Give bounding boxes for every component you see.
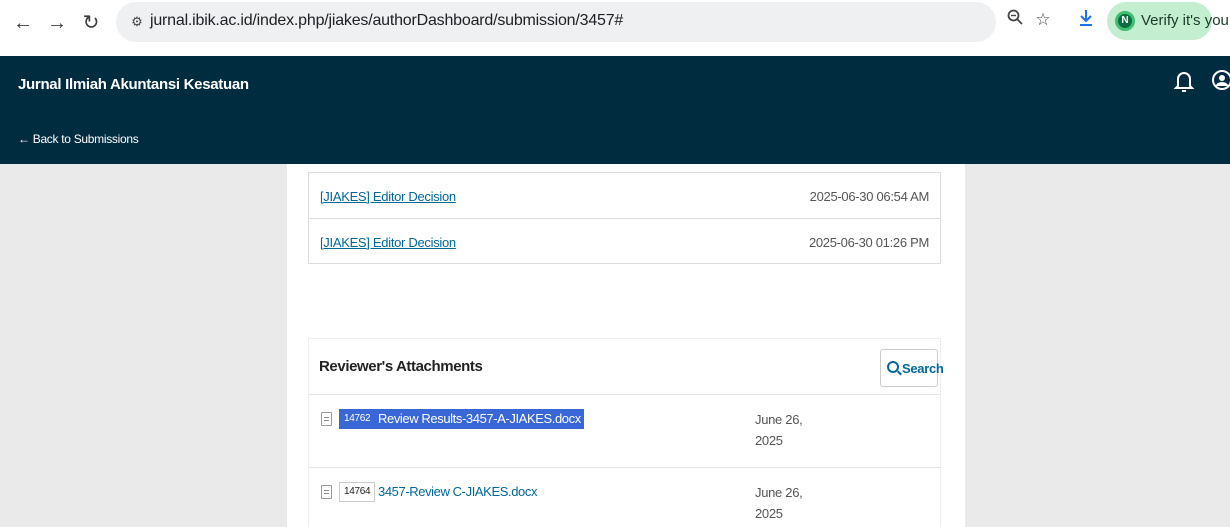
submission-panel: [JIAKES] Editor Decision 2025-06-30 06:5…: [287, 164, 965, 527]
profile-avatar-icon: N: [1115, 11, 1135, 31]
file-download-link[interactable]: Review Results-3457-A-JIAKES.docx: [375, 409, 584, 429]
search-label: Search: [902, 361, 944, 376]
email-log-table: [JIAKES] Editor Decision 2025-06-30 06:5…: [308, 172, 941, 264]
attachments-header: Reviewer's Attachments Search: [309, 339, 944, 395]
email-subject-link[interactable]: [JIAKES] Editor Decision: [320, 235, 456, 250]
file-date: June 26, 2025: [755, 482, 815, 524]
user-account-icon[interactable]: [1210, 68, 1230, 94]
site-settings-icon[interactable]: ⚙: [126, 11, 148, 33]
file-icon: [321, 412, 332, 426]
email-subject-link[interactable]: [JIAKES] Editor Decision: [320, 189, 456, 204]
search-button[interactable]: Search: [880, 349, 944, 387]
file-date-line: June 26,: [755, 485, 803, 500]
search-icon: [887, 361, 899, 373]
back-to-submissions-link[interactable]: ← Back to Submissions: [18, 132, 139, 146]
bookmark-star-icon[interactable]: ☆: [1031, 8, 1055, 32]
file-date-line: June 26,: [755, 412, 803, 427]
email-row[interactable]: [JIAKES] Editor Decision 2025-06-30 06:5…: [309, 172, 940, 218]
app-header: Jurnal Ilmiah Akuntansi Kesatuan ← Back …: [0, 56, 1230, 164]
file-date: June 26, 2025: [755, 409, 815, 451]
file-download-link[interactable]: 3457-Review C-JIAKES.docx: [375, 482, 540, 502]
verify-identity-chip[interactable]: N Verify it's you: [1107, 2, 1229, 40]
url-text[interactable]: jurnal.ibik.ac.id/index.php/jiakes/autho…: [150, 12, 623, 30]
notification-bell-icon[interactable]: [1172, 68, 1196, 94]
email-row[interactable]: [JIAKES] Editor Decision 2025-06-30 01:2…: [309, 218, 940, 264]
attachments-title: Reviewer's Attachments: [319, 358, 483, 375]
file-icon: [321, 485, 332, 499]
attachment-row: 14762 Review Results-3457-A-JIAKES.docx …: [309, 395, 940, 468]
address-bar[interactable]: ⚙ jurnal.ibik.ac.id/index.php/jiakes/aut…: [116, 2, 996, 42]
site-title[interactable]: Jurnal Ilmiah Akuntansi Kesatuan: [18, 76, 249, 93]
file-date-line: 2025: [755, 506, 783, 521]
browser-toolbar: ← → ↻ ⚙ jurnal.ibik.ac.id/index.php/jiak…: [0, 0, 1230, 56]
reviewer-attachments-panel: Reviewer's Attachments Search 14762 Revi…: [308, 338, 944, 527]
file-id-badge: 14762: [339, 409, 376, 429]
email-date: 2025-06-30 06:54 AM: [809, 189, 930, 204]
reload-icon[interactable]: ↻: [78, 10, 104, 36]
back-arrow-icon[interactable]: ←: [10, 10, 36, 36]
email-date: 2025-06-30 01:26 PM: [808, 235, 929, 250]
download-icon[interactable]: [1074, 8, 1098, 32]
verify-label: Verify it's you: [1141, 12, 1229, 29]
forward-arrow-icon[interactable]: →: [44, 10, 70, 36]
file-date-line: 2025: [755, 433, 783, 448]
attachment-row: 14764 3457-Review C-JIAKES.docx June 26,…: [309, 468, 940, 527]
file-id-badge: 14764: [339, 482, 376, 502]
zoom-icon[interactable]: [1003, 8, 1027, 32]
